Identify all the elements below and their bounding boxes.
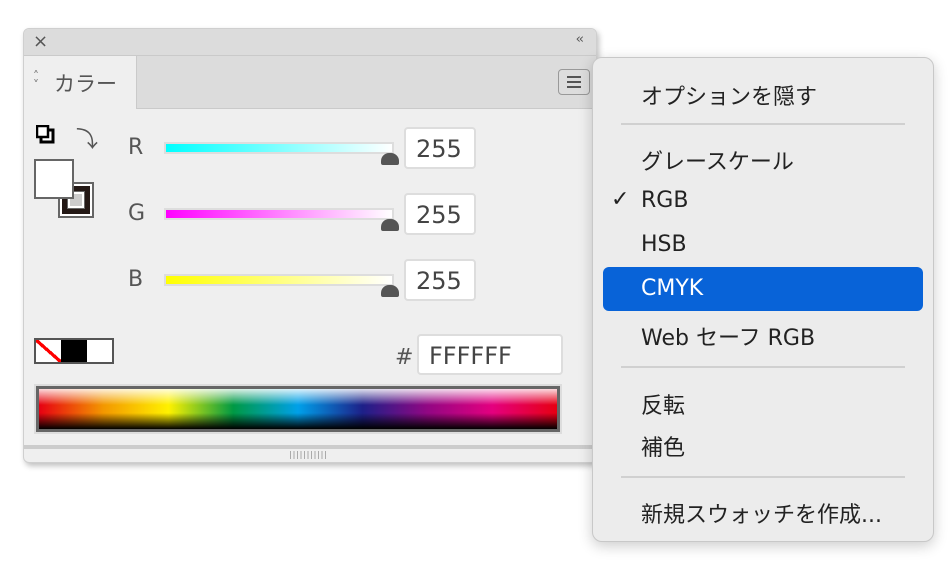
menu-item-label: CMYK	[641, 276, 704, 301]
g-label: G	[128, 201, 146, 226]
none-swatch[interactable]	[36, 340, 62, 362]
r-slider-thumb[interactable]	[381, 153, 399, 165]
panel-menu-button[interactable]	[558, 69, 590, 95]
menu-item-label: オプションを隠す	[641, 85, 818, 110]
r-slider[interactable]	[164, 142, 394, 154]
menu-item-label: RGB	[641, 188, 689, 213]
g-slider[interactable]	[164, 208, 394, 220]
hash-label: #	[395, 345, 414, 370]
b-label: B	[128, 267, 144, 292]
white-swatch[interactable]	[86, 340, 112, 362]
updown-icon: ˄ ˅	[33, 69, 39, 92]
swap-colors-icon[interactable]: ⤵	[76, 122, 98, 154]
menu-item-label: 新規スウォッチを作成...	[641, 503, 882, 528]
menu-separator	[621, 123, 905, 125]
panel-titlebar[interactable]: × ‹‹	[24, 29, 596, 56]
tab-row: ˄ ˅ カラー	[24, 56, 596, 109]
black-swatch[interactable]	[61, 340, 87, 362]
menu-item-rgb[interactable]: ✓ RGB	[603, 179, 923, 223]
menu-item-web-safe-rgb[interactable]: Web セーフ RGB	[603, 311, 923, 355]
collapse-icon[interactable]: ‹‹	[576, 32, 585, 47]
menu-item-label: グレースケール	[641, 150, 794, 175]
menu-separator	[621, 476, 905, 478]
quick-swatches	[34, 338, 114, 364]
panel-options-menu: オプションを隠す グレースケール ✓ RGB HSB CMYK Web セーフ R…	[592, 57, 934, 542]
b-slider-thumb[interactable]	[381, 285, 399, 297]
default-colors-icon[interactable]	[36, 125, 56, 145]
checkmark-icon: ✓	[611, 187, 630, 212]
r-label: R	[128, 135, 144, 160]
menu-item-label: 補色	[641, 436, 686, 461]
menu-item-invert[interactable]: 反転	[603, 379, 923, 423]
tab-color[interactable]: ˄ ˅ カラー	[24, 56, 137, 109]
menu-item-label: Web セーフ RGB	[641, 326, 816, 351]
menu-item-new-swatch[interactable]: 新規スウォッチを作成...	[603, 488, 923, 532]
b-value-input[interactable]: 255	[404, 259, 476, 301]
g-value-input[interactable]: 255	[404, 193, 476, 235]
color-panel: × ‹‹ ˄ ˅ カラー ⤵ R 255 G 255 B 255 # FFFFFF	[23, 28, 597, 463]
menu-separator	[621, 366, 905, 368]
r-value-input[interactable]: 255	[404, 127, 476, 169]
menu-item-hsb[interactable]: HSB	[603, 223, 923, 267]
resize-grip-icon[interactable]	[290, 451, 328, 459]
g-slider-thumb[interactable]	[381, 219, 399, 231]
b-slider[interactable]	[164, 274, 394, 286]
color-spectrum[interactable]	[34, 384, 562, 434]
menu-item-hide-options[interactable]: オプションを隠す	[603, 70, 923, 114]
menu-item-complement[interactable]: 補色	[603, 421, 923, 465]
resize-bar[interactable]	[24, 445, 596, 462]
hex-input[interactable]: FFFFFF	[417, 334, 563, 375]
tab-label: カラー	[54, 72, 117, 96]
menu-item-grayscale[interactable]: グレースケール	[603, 135, 923, 179]
fill-swatch[interactable]	[34, 159, 74, 199]
menu-item-label: HSB	[641, 232, 687, 257]
menu-item-label: 反転	[641, 394, 686, 419]
close-icon[interactable]: ×	[33, 31, 48, 52]
menu-item-cmyk[interactable]: CMYK	[603, 267, 923, 311]
